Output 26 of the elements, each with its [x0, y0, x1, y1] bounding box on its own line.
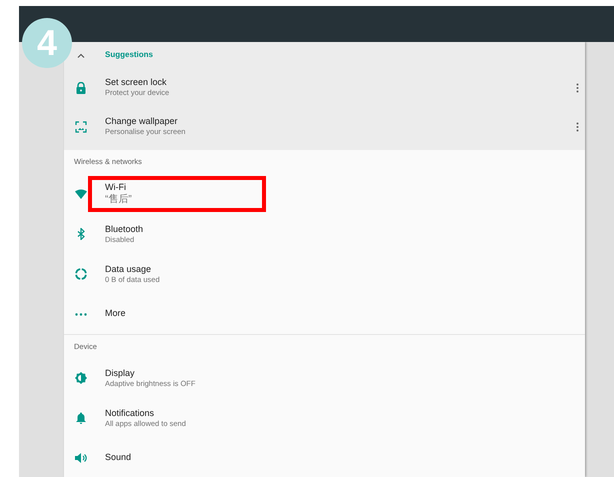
item-subtitle: “售后”	[105, 193, 132, 206]
item-title: Wi-Fi	[105, 182, 127, 194]
section-header: Suggestions	[105, 49, 154, 61]
data-ring-icon	[74, 268, 86, 280]
speaker-icon	[74, 453, 86, 463]
collapse-chevron-icon[interactable]	[76, 52, 84, 58]
item-title: Data usage	[105, 264, 152, 275]
item-title: Bluetooth	[105, 224, 144, 235]
bluetooth-icon	[76, 228, 84, 240]
item-title: Change wallpaper	[105, 116, 179, 128]
more-dots-icon	[74, 312, 86, 316]
item-title: More	[105, 308, 126, 320]
wifi-icon	[74, 189, 86, 199]
item-title: Notifications	[105, 408, 156, 419]
overflow-menu-icon[interactable]	[576, 82, 579, 92]
bell-icon	[76, 412, 86, 424]
item-title: Set screen lock	[105, 77, 168, 88]
item-title: Sound	[105, 452, 132, 464]
lock-icon	[76, 82, 86, 94]
item-title: Display	[105, 368, 136, 379]
brightness-icon	[74, 372, 86, 384]
settings-item[interactable]: More	[64, 294, 585, 334]
settings-item[interactable]: Sound	[64, 438, 585, 477]
wallpaper-icon	[74, 120, 86, 132]
overflow-menu-icon[interactable]	[576, 122, 579, 132]
settings-item[interactable]: Wi-Fi “售后”	[64, 174, 585, 214]
